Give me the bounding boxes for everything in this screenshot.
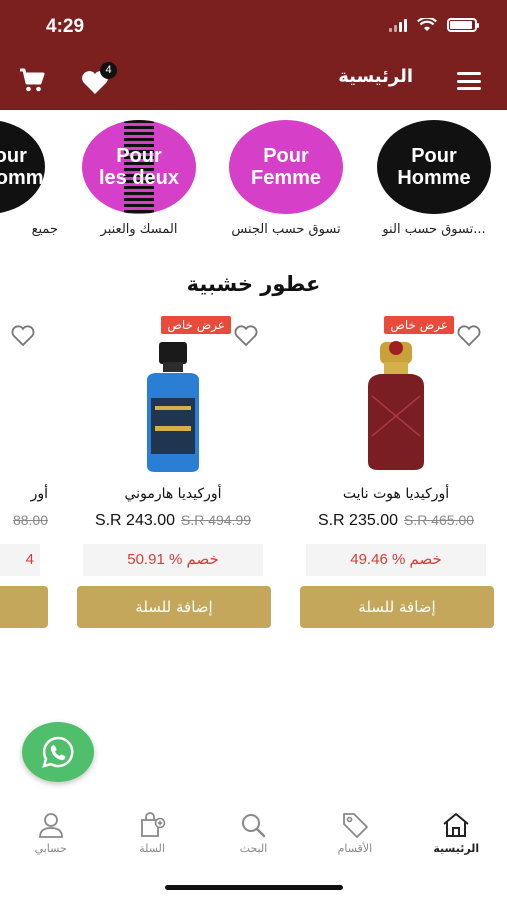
price-row: 88.00 [0,512,48,530]
bottom-navigation: حسابي السلة البحث الأقسام الرئيسية [0,800,507,870]
add-to-cart-button[interactable] [0,586,48,628]
nav-label: البحث [239,842,268,855]
special-offer-badge: عرض خاص [161,316,231,334]
product-image [147,342,199,472]
product-name: أوركيديا هارموني [124,486,222,502]
category-all[interactable]: PourHomme جميع [0,120,58,237]
product-old-price: 88.00 [12,512,48,528]
search-icon [242,814,266,838]
product-image [368,341,424,470]
price-row: S.R 243.00 S.R 494.99 [75,512,271,530]
wishlist-count-badge: 4 [100,62,117,79]
category-label: المسك والعنبر [100,222,178,237]
heart-outline-icon [457,325,481,347]
nav-account[interactable]: حسابي [6,800,96,870]
wifi-icon [417,18,437,31]
whatsapp-icon [42,736,74,768]
product-old-price: S.R 465.00 [404,512,475,528]
nav-label: الرئيسية [433,842,480,855]
tag-icon [342,813,368,838]
product-card[interactable]: عرض خاص أوركيديا هوت نايت S.R 235.00 S.R … [298,312,494,642]
product-name: أوركيديا هوت نايت [342,486,450,502]
battery-icon [447,18,479,32]
category-circle: Pour les deux [82,120,196,214]
app-header: 4:29 4 الرئيسية [0,0,507,110]
whatsapp-button[interactable] [22,722,94,782]
nav-label: الأقسام [337,842,373,855]
status-time: 4:29 [46,16,85,37]
signal-icon [389,18,407,32]
home-indicator [165,885,343,890]
category-label: جميع [31,222,58,237]
add-to-wishlist-button[interactable] [456,324,482,348]
heart-outline-icon [234,325,258,347]
menu-icon [457,72,481,75]
product-card[interactable]: أور 88.00 4 [0,312,48,642]
category-pour-homme[interactable]: Pour Homme تسوق حسب النو... [364,120,504,237]
status-icons [389,18,479,32]
nav-label: حسابي [34,842,67,855]
discount-label: 49.46 % خصم [306,544,486,576]
add-to-wishlist-button[interactable] [10,324,36,348]
special-offer-badge: عرض خاص [384,316,454,334]
category-pour-femme[interactable]: Pour Femme تسوق حسب الجنس [216,120,356,237]
category-circle: PourHomme [0,120,45,214]
discount-label: 50.91 % خصم [83,544,263,576]
menu-button[interactable] [457,72,481,90]
nav-cart[interactable]: السلة [107,800,197,870]
discount-label: 4 [0,544,40,576]
category-label: تسوق حسب الجنس [231,222,341,237]
page-title: الرئيسية [338,66,413,87]
product-price: S.R 243.00 [94,512,175,529]
heart-outline-icon [11,325,35,347]
nav-home[interactable]: الرئيسية [411,800,501,870]
add-to-cart-button[interactable]: إضافة للسلة [300,586,494,628]
product-old-price: S.R 494.99 [181,512,252,528]
home-icon [443,813,469,837]
product-card[interactable]: عرض خاص أوركيديا هارموني S.R 243.00 S.R 4… [75,312,271,642]
category-circle: Pour Femme [229,120,343,214]
cart-button[interactable] [18,66,46,94]
user-icon [38,813,63,838]
product-price: S.R 235.00 [317,512,398,529]
cart-icon [20,68,45,92]
section-title: عطور خشبية [186,272,321,296]
category-label: تسوق حسب النو... [382,222,486,237]
nav-label: السلة [139,842,165,855]
bag-icon [141,812,166,837]
app-screen: 4:29 4 الرئيسية Pour Homme تسوق حسب النو… [0,0,507,900]
category-circle: PourHomme [377,120,491,214]
category-pour-les-deux[interactable]: Pour les deux المسك والعنبر [69,120,209,237]
product-name: أور [30,486,48,502]
nav-search[interactable]: البحث [208,800,298,870]
category-strip: Pour Homme تسوق حسب النو... Pour Femme تسو… [0,120,507,250]
nav-categories[interactable]: الأقسام [310,800,400,870]
add-to-wishlist-button[interactable] [233,324,259,348]
add-to-cart-button[interactable]: إضافة للسلة [77,586,271,628]
price-row: S.R 235.00 S.R 465.00 [298,512,494,530]
